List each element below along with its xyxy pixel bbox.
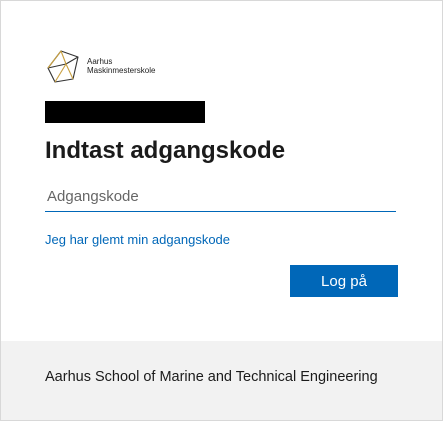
logo-line-2: Maskinmesterskole xyxy=(87,66,156,75)
sign-in-button[interactable]: Log på xyxy=(290,265,398,297)
organization-logo: Aarhus Maskinmesterskole xyxy=(45,48,155,84)
aams-cube-logo-icon xyxy=(47,50,79,83)
forgot-password-link[interactable]: Jeg har glemt min adgangskode xyxy=(45,232,230,247)
logo-wordmark: Aarhus Maskinmesterskole xyxy=(87,57,155,75)
signin-card: Aarhus Maskinmesterskole Indtast adgangs… xyxy=(0,0,443,421)
redacted-account-identifier xyxy=(45,101,205,123)
logo-line-1: Aarhus xyxy=(87,57,113,66)
password-field xyxy=(45,181,396,212)
page-title: Indtast adgangskode xyxy=(45,137,286,164)
password-input[interactable] xyxy=(45,181,396,211)
footer-banner: Aarhus School of Marine and Technical En… xyxy=(1,341,442,420)
footer-text: Aarhus School of Marine and Technical En… xyxy=(45,369,378,385)
